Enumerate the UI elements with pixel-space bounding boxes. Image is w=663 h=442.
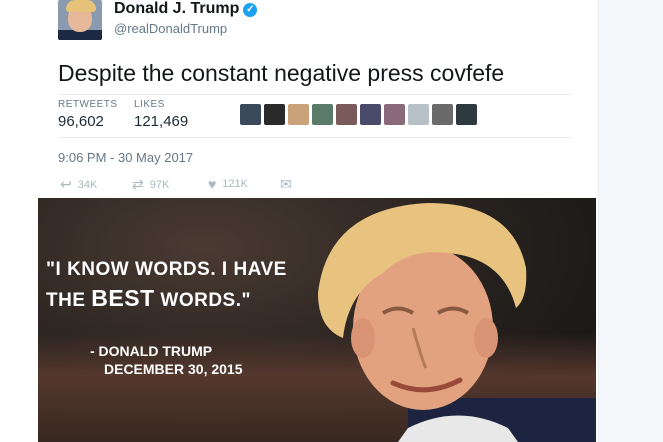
liker-avatar[interactable] <box>312 104 333 125</box>
meme-quote-line2: the BEST words." <box>46 284 287 315</box>
meme-quote-the: the <box>46 290 86 311</box>
liker-avatar[interactable] <box>384 104 405 125</box>
retweets-label: RETWEETS <box>58 99 118 110</box>
direct-message-button[interactable]: ✉ <box>280 176 298 193</box>
author-handle[interactable]: @realDonaldTrump <box>114 21 227 36</box>
attribution-date: December 30, 2015 <box>104 361 243 377</box>
avatar[interactable] <box>58 0 102 40</box>
heart-icon: ♥ <box>208 176 217 192</box>
retweet-count: 97K <box>149 178 170 191</box>
liker-avatar[interactable] <box>240 104 261 125</box>
meme-image[interactable]: "I know words. I have the BEST words." -… <box>38 198 596 442</box>
liker-avatar[interactable] <box>432 104 453 125</box>
right-gutter <box>598 0 663 442</box>
tweet-actions: ↩ 34K ⇄ 97K ♥ 121K ✉ <box>58 176 318 194</box>
liker-avatar[interactable] <box>336 104 357 125</box>
likes-count: 121,469 <box>134 113 189 130</box>
likes-stat[interactable]: LIKES 121,469 <box>134 99 188 130</box>
author-name-text[interactable]: Donald J. Trump <box>114 0 239 17</box>
tweet-card: Donald J. Trump ✓ @realDonaldTrump Despit… <box>38 0 596 198</box>
liker-avatar[interactable] <box>360 104 381 125</box>
retweets-count: 96,602 <box>58 113 104 130</box>
verified-badge-icon: ✓ <box>243 3 258 17</box>
retweet-button[interactable]: ⇄ 97K <box>132 176 169 193</box>
meme-quote-best: BEST <box>91 285 155 311</box>
like-count: 121K <box>222 178 249 190</box>
envelope-icon: ✉ <box>280 176 292 192</box>
likes-label: LIKES <box>134 99 165 110</box>
liker-avatar[interactable] <box>288 104 309 125</box>
reply-icon: ↩ <box>60 176 72 192</box>
meme-attribution: - Donald Trump December 30, 2015 <box>90 342 243 378</box>
portrait-illustration <box>318 203 596 442</box>
liker-avatar[interactable] <box>456 104 477 125</box>
liker-avatar[interactable] <box>408 104 429 125</box>
author-name[interactable]: Donald J. Trump ✓ <box>114 0 258 18</box>
reply-count: 34K <box>77 178 98 191</box>
tweet-text: Despite the constant negative press covf… <box>58 60 505 86</box>
meme-quote-words: words." <box>160 290 252 311</box>
tweet-stats: RETWEETS 96,602 LIKES 121,469 <box>58 94 572 138</box>
meme-quote: "I know words. I have the BEST words." <box>46 256 287 315</box>
tweet-timestamp[interactable]: 9:06 PM - 30 May 2017 <box>58 150 193 165</box>
meme-quote-line1: "I know words. I have <box>46 259 287 280</box>
retweet-icon: ⇄ <box>132 176 144 192</box>
like-button[interactable]: ♥ 121K <box>208 176 248 192</box>
liker-avatar[interactable] <box>264 104 285 125</box>
attribution-name: - Donald Trump <box>90 343 213 359</box>
reply-button[interactable]: ↩ 34K <box>60 176 97 193</box>
retweets-stat[interactable]: RETWEETS 96,602 <box>58 99 118 130</box>
